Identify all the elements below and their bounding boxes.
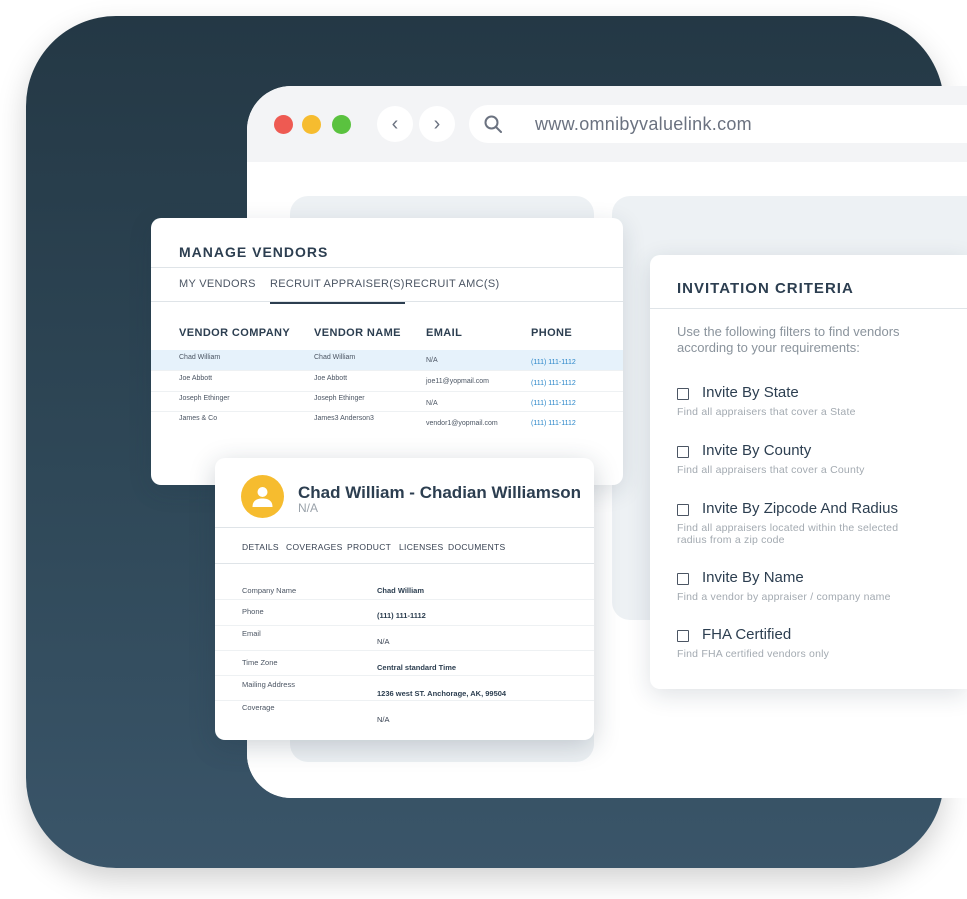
cell-name: James3 Anderson3 (314, 415, 374, 422)
divider (215, 527, 594, 528)
tab-recruit-amcs[interactable]: RECRUIT AMC(S) (405, 278, 499, 290)
detail-row: Coverage N/A (215, 701, 594, 729)
tab-licenses[interactable]: LICENSES (399, 542, 443, 552)
detail-row: Company Name Chad William (215, 576, 594, 600)
maximize-window-button[interactable] (332, 115, 351, 134)
divider (151, 301, 623, 302)
cell-email: N/A (426, 357, 438, 364)
criteria-hint: Find a vendor by appraiser / company nam… (677, 591, 891, 603)
detail-label: Coverage (242, 703, 275, 712)
search-icon (484, 115, 502, 133)
detail-label: Mailing Address (242, 680, 295, 689)
forward-button[interactable]: › (419, 106, 455, 142)
detail-value: (111) 111-1112 (377, 611, 426, 620)
url-text: www.omnibyvaluelink.com (535, 114, 752, 134)
detail-row: Mailing Address 1236 west ST. Anchorage,… (215, 676, 594, 701)
divider (151, 267, 623, 268)
cell-phone[interactable]: (111) 111-1112 (531, 400, 576, 407)
panel-title: MANAGE VENDORS (179, 244, 329, 260)
cell-phone[interactable]: (111) 111-1112 (531, 420, 576, 427)
detail-row: Phone (111) 111-1112 (215, 600, 594, 626)
vendor-detail-card: Chad William - Chadian Williamson N/A DE… (215, 458, 594, 740)
criteria-hint: Find all appraisers that cover a State (677, 406, 856, 418)
back-button[interactable]: ‹ (377, 106, 413, 142)
tab-product[interactable]: PRODUCT (347, 542, 391, 552)
cell-name: Joe Abbott (314, 375, 348, 382)
checkbox[interactable] (677, 388, 689, 400)
cell-phone[interactable]: (111) 111-1112 (531, 380, 576, 387)
table-row[interactable]: James & Co James3 Anderson3 vendor1@yopm… (151, 411, 623, 431)
chevron-right-icon: › (433, 112, 441, 135)
detail-value: N/A (377, 637, 390, 646)
column-header-company[interactable]: VENDOR COMPANY (179, 327, 290, 339)
detail-value: Central standard Time (377, 663, 457, 672)
checkbox[interactable] (677, 573, 689, 585)
detail-value: N/A (377, 715, 390, 724)
column-header-name[interactable]: VENDOR NAME (314, 327, 401, 339)
cell-company: Joe Abbott (179, 375, 213, 382)
divider (215, 563, 594, 564)
detail-label: Email (242, 629, 261, 638)
table-row[interactable]: Joseph Ethinger Joseph Ethinger N/A (111… (151, 391, 623, 412)
close-window-button[interactable] (274, 115, 293, 134)
criteria-label: Invite By Zipcode And Radius (702, 500, 898, 517)
checkbox[interactable] (677, 446, 689, 458)
panel-title: INVITATION CRITERIA (677, 280, 854, 297)
detail-value: 1236 west ST. Anchorage, AK, 99504 (377, 689, 507, 698)
tab-recruit-appraisers[interactable]: RECRUIT APPRAISER(S) (270, 278, 405, 304)
chevron-left-icon: ‹ (391, 112, 399, 135)
divider (650, 308, 967, 309)
minimize-window-button[interactable] (302, 115, 321, 134)
criteria-label: FHA Certified (702, 626, 792, 643)
cell-company: James & Co (179, 415, 218, 422)
criteria-label: Invite By State (702, 384, 799, 401)
detail-row: Time Zone Central standard Time (215, 651, 594, 676)
cell-company: Joseph Ethinger (179, 395, 230, 402)
user-icon (252, 487, 273, 507)
criteria-hint: Find all appraisers that cover a County (677, 464, 865, 476)
browser-toolbar: ‹ › www.omnibyvaluelink.com (247, 86, 967, 162)
checkbox[interactable] (677, 630, 689, 642)
checkbox[interactable] (677, 504, 689, 516)
detail-label: Time Zone (242, 658, 278, 667)
manage-vendors-panel: MANAGE VENDORS MY VENDORS RECRUIT APPRAI… (151, 218, 623, 485)
detail-row: Email N/A (215, 626, 594, 651)
detail-label: Company Name (242, 586, 297, 595)
cell-email: joe11@yopmail.com (426, 378, 490, 385)
cell-name: Chad William (314, 354, 356, 361)
table-row[interactable]: Chad William Chad William N/A (111) 111-… (151, 350, 623, 371)
avatar (241, 475, 284, 518)
column-header-phone[interactable]: PHONE (531, 327, 572, 339)
criteria-hint: Find FHA certified vendors only (677, 648, 830, 660)
column-header-email[interactable]: EMAIL (426, 327, 462, 339)
cell-name: Joseph Ethinger (314, 395, 365, 402)
cell-phone[interactable]: (111) 111-1112 (531, 359, 576, 366)
criteria-label: Invite By County (702, 442, 812, 459)
tab-details[interactable]: DETAILS (240, 542, 281, 564)
table-row[interactable]: Joe Abbott Joe Abbott joe11@yopmail.com … (151, 371, 623, 392)
invitation-criteria-panel: INVITATION CRITERIA Use the following fi… (650, 255, 967, 689)
vendor-name: Chad William - Chadian Williamson (298, 483, 582, 502)
tab-coverages[interactable]: COVERAGES (286, 542, 343, 552)
tab-documents[interactable]: DOCUMENTS (448, 542, 505, 552)
criteria-label: Invite By Name (702, 569, 804, 586)
address-bar[interactable]: www.omnibyvaluelink.com (469, 105, 967, 143)
detail-value: Chad William (377, 586, 425, 595)
cell-email: N/A (426, 400, 438, 407)
criteria-hint: Find all appraisers located within the s… (677, 522, 899, 546)
cell-company: Chad William (179, 354, 221, 361)
detail-label: Phone (242, 607, 264, 616)
tab-my-vendors[interactable]: MY VENDORS (179, 278, 256, 290)
criteria-description: Use the following filters to find vendor… (677, 324, 900, 355)
vendor-subtitle: N/A (298, 501, 319, 515)
cell-email: vendor1@yopmail.com (426, 420, 498, 427)
